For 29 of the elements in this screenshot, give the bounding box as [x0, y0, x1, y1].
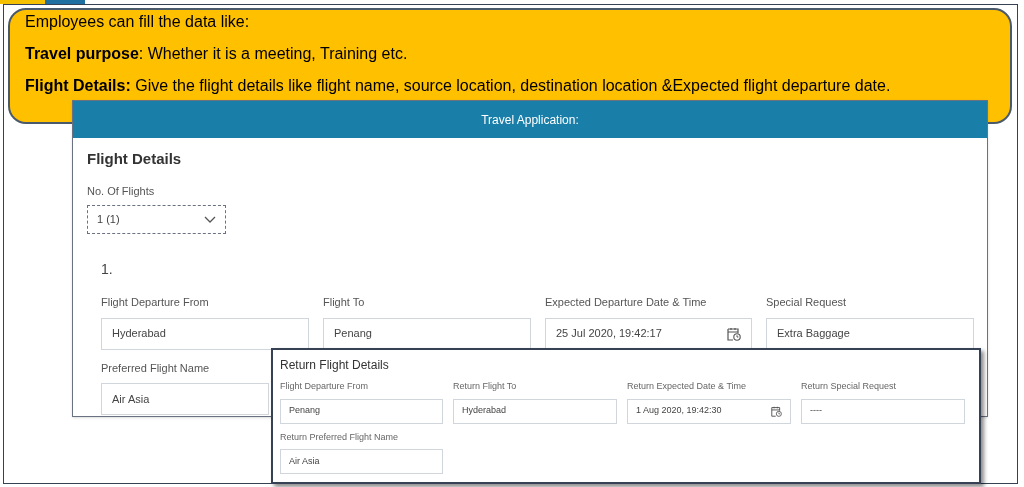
field-label: Flight Departure From — [280, 380, 370, 393]
panel-header: Travel Application: — [73, 101, 987, 138]
field-label: Return Flight To — [453, 380, 518, 393]
field-label: Flight To — [323, 295, 366, 310]
field-label: Special Request — [766, 295, 848, 310]
field-label: Flight Departure From — [101, 295, 210, 310]
field-label: Return Expected Date & Time — [627, 380, 748, 393]
input-field[interactable]: ---- — [801, 398, 965, 424]
field-label: Return Special Request — [801, 380, 898, 393]
chevron-down-icon — [204, 215, 216, 224]
field-label: No. Of Flights — [87, 183, 156, 199]
section-title: Return Flight Details — [280, 357, 390, 374]
input-field[interactable]: Air Asia — [280, 449, 443, 474]
input-field[interactable]: Penang — [280, 398, 443, 424]
callout-text: Employees can fill the data like: — [25, 12, 251, 32]
flight-number: 1. — [101, 260, 114, 279]
flights-dropdown[interactable]: 1 (1) — [87, 205, 226, 234]
input-field[interactable]: Hyderabad — [101, 317, 309, 350]
input-field[interactable]: Hyderabad — [453, 398, 617, 424]
input-field[interactable]: Air Asia — [101, 383, 269, 415]
field-label: Return Preferred Flight Name — [280, 430, 400, 444]
date-time-picker[interactable]: 1 Aug 2020, 19:42:30 — [627, 398, 791, 424]
callout-text: Flight Details: Give the flight details like flight name, source location, destination location &Expected flight departure date. — [25, 76, 892, 96]
section-title: Flight Details — [87, 149, 183, 169]
field-label: Preferred Flight Name — [101, 360, 211, 376]
calendar-clock-icon — [727, 326, 741, 341]
field-label: Expected Departure Date & Time — [545, 295, 708, 310]
calendar-clock-icon — [771, 405, 782, 417]
callout-text: Travel purpose: Whether it is a meeting, Training etc. — [25, 44, 409, 64]
